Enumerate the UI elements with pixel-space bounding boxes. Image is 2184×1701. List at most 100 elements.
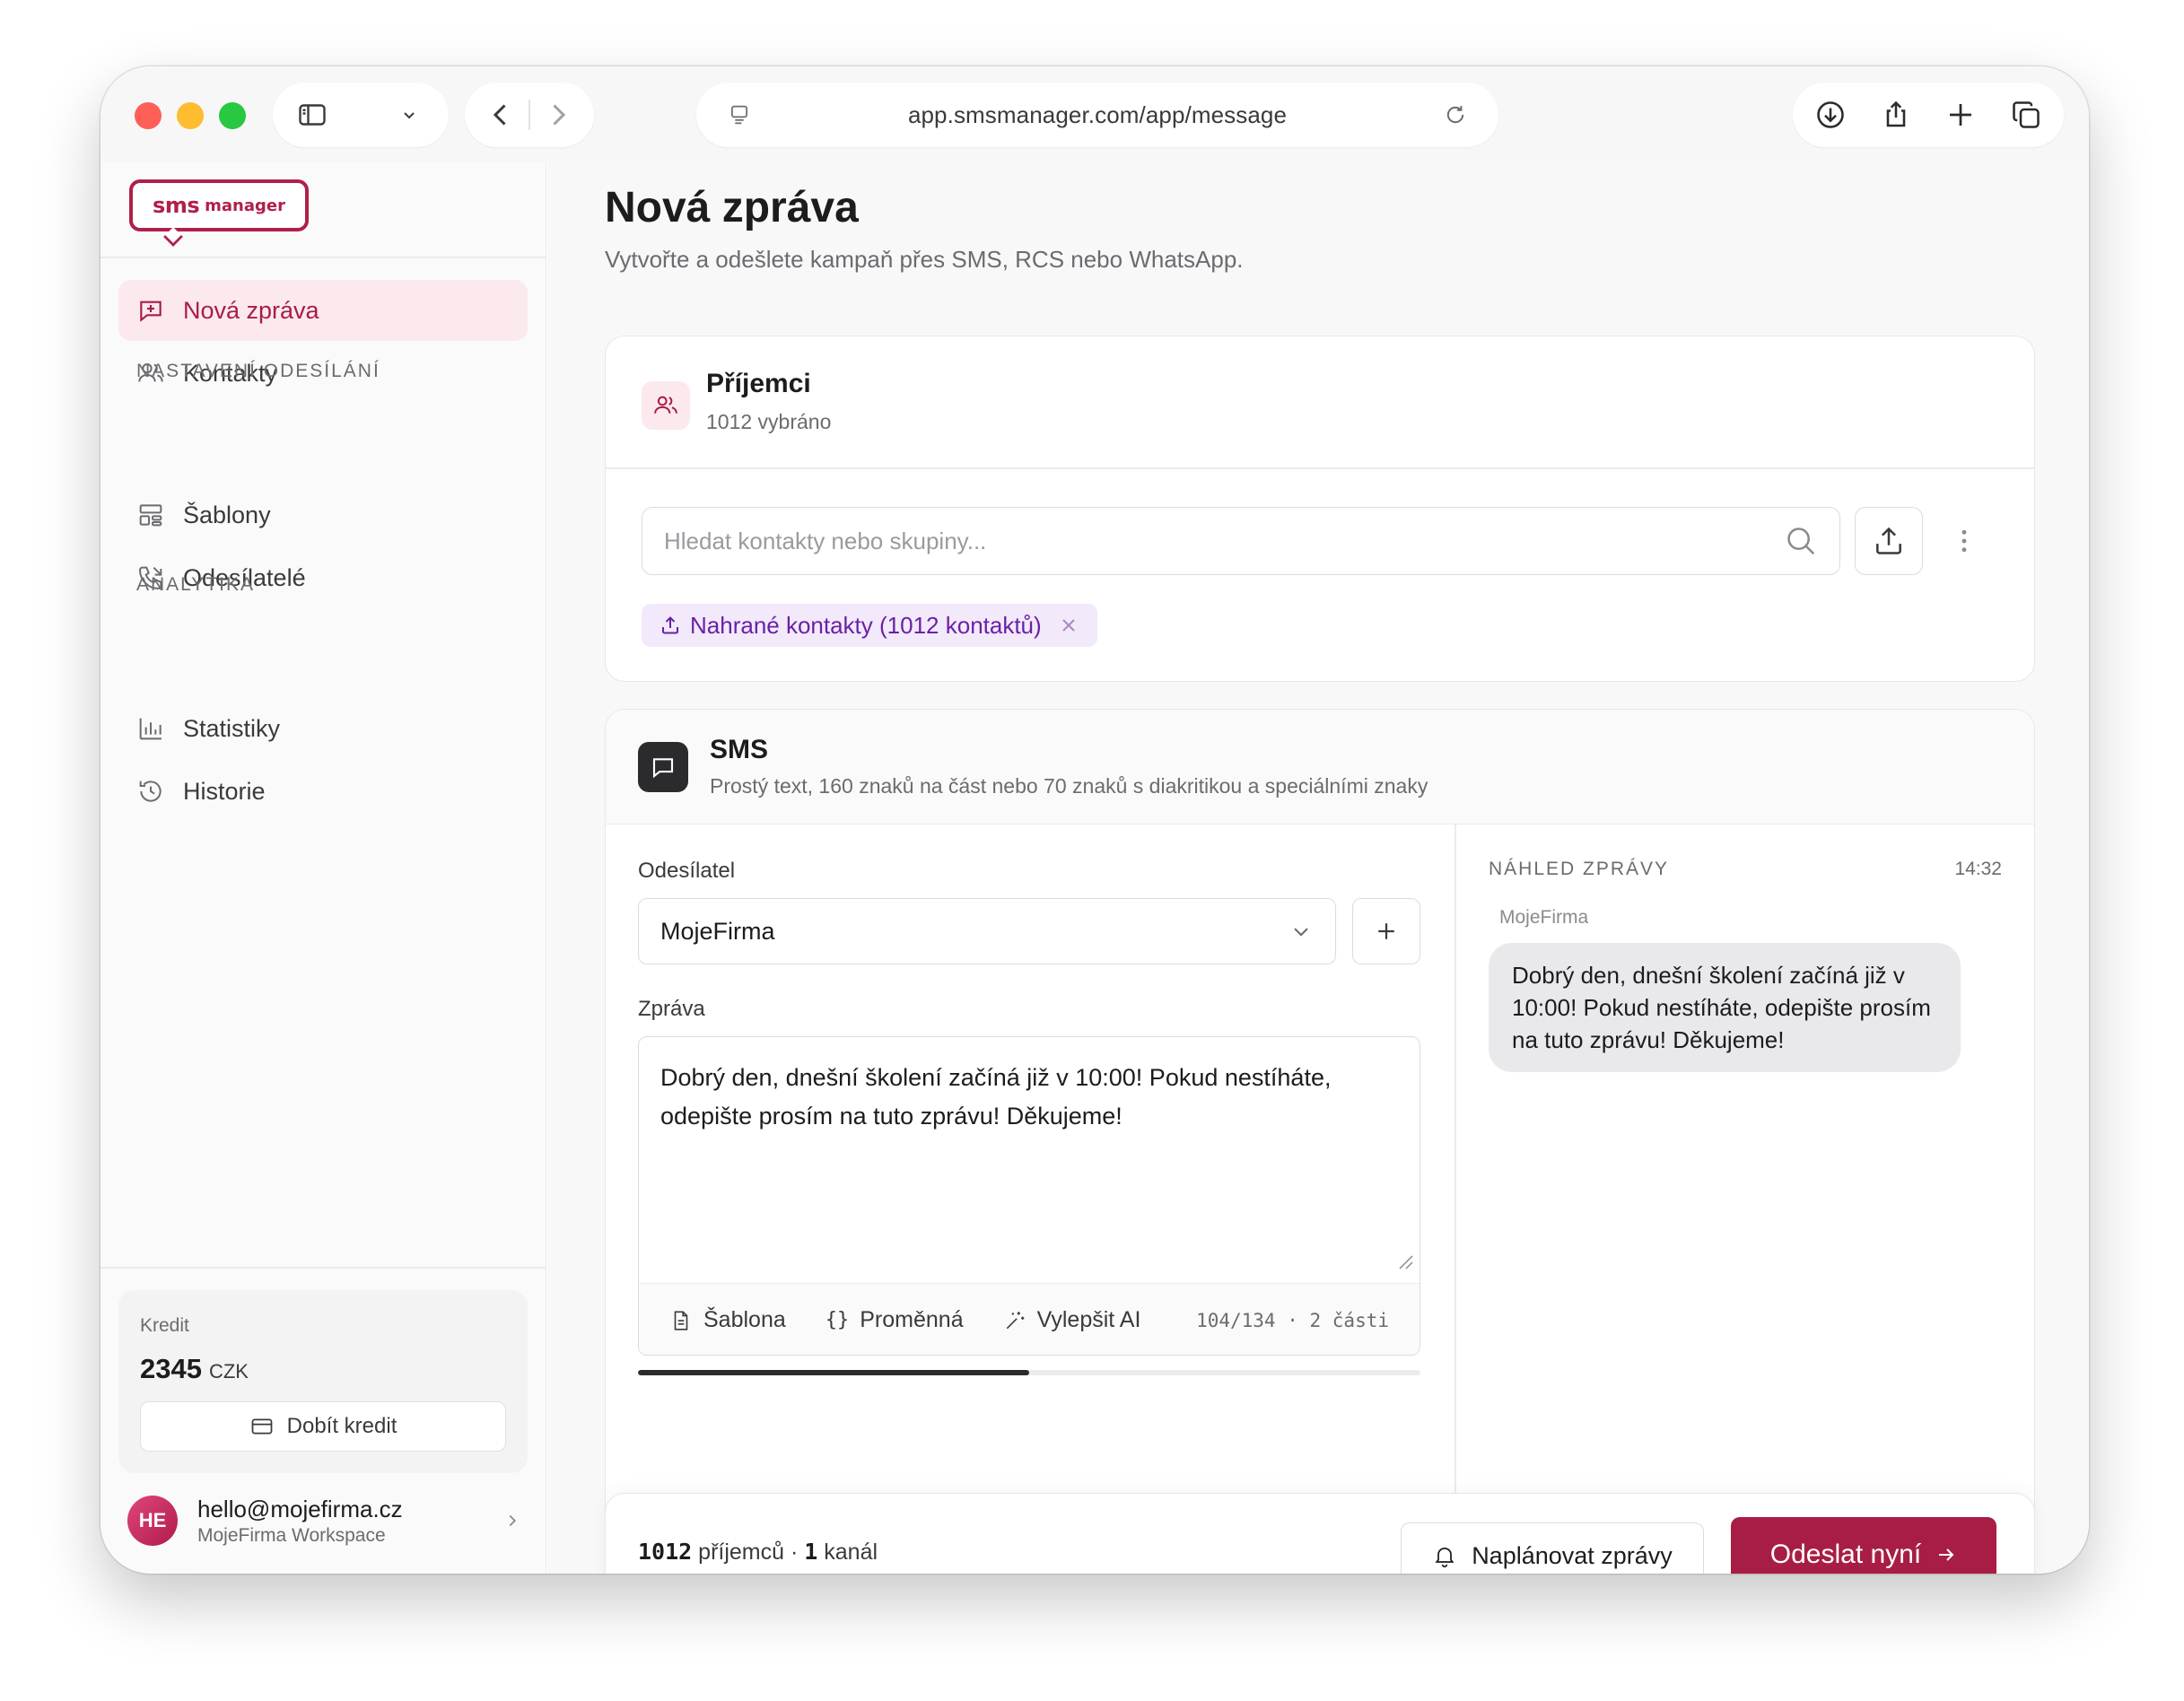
main-content: Nová zpráva Vytvořte a odešlete kampaň p… <box>547 161 2089 1574</box>
preview-sender: MojeFirma <box>1499 907 1589 928</box>
schedule-label: Naplánovat zprávy <box>1472 1541 1673 1569</box>
sidebar-item-label: Historie <box>183 777 266 805</box>
upload-icon <box>1876 527 1901 554</box>
new-tab-icon[interactable] <box>1943 97 1979 133</box>
sidebar-bottom-divider <box>100 1267 546 1269</box>
sidebar-item-history[interactable]: Historie <box>118 761 528 822</box>
sender-value: MojeFirma <box>660 917 775 945</box>
send-label: Odeslat nyní <box>1769 1540 1922 1569</box>
template-button[interactable]: Šablona <box>669 1307 786 1333</box>
reload-icon[interactable] <box>1437 97 1473 133</box>
window-controls <box>135 102 246 129</box>
sms-column-divider <box>1455 824 1456 1574</box>
schedule-messages-button[interactable]: Naplánovat zprávy <box>1401 1522 1704 1574</box>
more-vertical-icon <box>1961 529 1967 553</box>
credit-card-icon <box>251 1418 273 1435</box>
user-workspace: MojeFirma Workspace <box>197 1524 386 1546</box>
add-sender-button[interactable] <box>1352 898 1420 964</box>
history-nav <box>465 83 594 147</box>
zoom-window-button[interactable] <box>219 102 246 129</box>
page-icon <box>721 97 757 133</box>
share-icon[interactable] <box>1878 97 1914 133</box>
chat-bubble-icon <box>652 758 674 779</box>
nav-separator <box>529 100 530 130</box>
document-icon <box>674 1310 688 1330</box>
history-icon <box>139 781 162 802</box>
improve-ai-button[interactable]: Vylepšit AI <box>1003 1307 1140 1333</box>
recipients-icon-box <box>642 381 690 430</box>
download-icon[interactable] <box>1813 97 1848 133</box>
sidebar: sms manager Nová zpráva Kontakty NASTAVE… <box>100 161 546 1574</box>
smsmanager-logo[interactable]: sms manager <box>129 179 309 247</box>
summary-channel-text: kanál <box>824 1540 878 1565</box>
topup-label: Dobít kredit <box>286 1414 397 1438</box>
sidebar-item-statistics[interactable]: Statistiky <box>118 698 528 759</box>
minimize-window-button[interactable] <box>177 102 204 129</box>
recipients-card: Příjemci 1012 vybráno Hledat kontakty ne… <box>605 336 2035 682</box>
character-progress-fill <box>638 1370 1029 1375</box>
logo-sms-text: sms <box>153 193 200 218</box>
summary-channel-count: 1 <box>804 1539 818 1565</box>
credit-value: 2345 CZK <box>140 1353 249 1385</box>
remove-chip-icon[interactable] <box>1058 615 1079 636</box>
url-text: app.smsmanager.com/app/message <box>907 100 1288 128</box>
user-account-menu[interactable]: HE hello@mojefirma.cz MojeFirma Workspac… <box>127 1491 522 1550</box>
summary-recipient-text: příjemců · <box>698 1540 799 1565</box>
forward-icon[interactable] <box>540 97 576 133</box>
preview-label: NÁHLED ZPRÁVY <box>1489 859 1670 879</box>
credit-amount: 2345 <box>140 1353 202 1384</box>
bar-chart-icon <box>139 718 162 740</box>
sms-title: SMS <box>710 735 769 764</box>
contact-search-input[interactable]: Hledat kontakty nebo skupiny... <box>642 507 1840 575</box>
send-footer-bar: 1012 příjemců · 1 kanál Naplánovat zpráv… <box>605 1493 2035 1574</box>
send-now-button[interactable]: Odeslat nyní <box>1731 1517 1996 1574</box>
search-placeholder: Hledat kontakty nebo skupiny... <box>664 527 987 554</box>
preview-message-bubble: Dobrý den, dnešní školení začíná již v 1… <box>1489 943 1961 1072</box>
magic-wand-icon <box>1006 1311 1024 1329</box>
browser-window: app.smsmanager.com/app/message sms manag… <box>100 66 2089 1574</box>
search-icon <box>1787 528 1815 555</box>
back-icon[interactable] <box>483 97 519 133</box>
chevron-down-icon <box>1294 928 1308 937</box>
upload-contacts-button[interactable] <box>1855 507 1923 575</box>
message-plus-icon <box>140 301 162 322</box>
summary-recipient-count: 1012 <box>638 1539 693 1565</box>
message-text: Dobrý den, dnešní školení začíná již v 1… <box>660 1064 1332 1130</box>
sidebar-icon[interactable] <box>294 97 330 133</box>
sidebar-item-templates[interactable]: Šablony <box>118 484 528 545</box>
more-options-button[interactable] <box>1943 507 1986 575</box>
message-textarea[interactable]: Dobrý den, dnešní školení začíná již v 1… <box>638 1036 1420 1356</box>
bell-icon <box>1435 1547 1455 1568</box>
sidebar-item-new-message[interactable]: Nová zpráva <box>118 280 528 341</box>
message-toolbar: Šablona {} Proměnná Vylepšit AI 104/134 … <box>639 1283 1420 1355</box>
resize-handle-icon[interactable] <box>1396 1252 1414 1270</box>
browser-toolbar: app.smsmanager.com/app/message <box>100 66 2089 161</box>
sidebar-toggle-group <box>273 83 449 147</box>
sender-select[interactable]: MojeFirma <box>638 898 1336 964</box>
variable-button-label: Proměnná <box>860 1307 964 1332</box>
users-icon <box>654 396 677 414</box>
braces-icon: {} <box>825 1309 850 1331</box>
close-window-button[interactable] <box>135 102 162 129</box>
chevron-right-icon <box>509 1514 517 1527</box>
credit-currency: CZK <box>208 1360 249 1383</box>
logo-box: sms manager <box>129 179 309 231</box>
topup-credit-button[interactable]: Dobít kredit <box>140 1401 506 1452</box>
address-bar[interactable]: app.smsmanager.com/app/message <box>696 83 1498 147</box>
sender-label: Odesílatel <box>638 859 736 883</box>
character-counter: 104/134 · 2 části <box>1196 1309 1389 1331</box>
sidebar-item-label: Nová zpráva <box>183 296 319 324</box>
user-email: hello@mojefirma.cz <box>197 1495 403 1522</box>
credit-card: Kredit 2345 CZK Dobít kredit <box>118 1290 528 1473</box>
uploaded-contacts-chip: Nahrané kontakty (1012 kontaktů) <box>642 604 1097 647</box>
sidebar-item-label: Šablony <box>183 501 271 528</box>
tabs-overview-icon[interactable] <box>2008 97 2044 133</box>
recipients-count: 1012 vybráno <box>706 410 832 433</box>
variable-button[interactable]: {} Proměnná <box>826 1307 964 1333</box>
credit-label: Kredit <box>140 1315 189 1336</box>
preview-time: 14:32 <box>1954 859 2002 879</box>
sms-icon-box <box>638 742 688 792</box>
chevron-down-icon[interactable] <box>391 97 427 133</box>
template-button-label: Šablona <box>703 1307 786 1332</box>
send-summary: 1012 příjemců · 1 kanál <box>638 1539 878 1566</box>
